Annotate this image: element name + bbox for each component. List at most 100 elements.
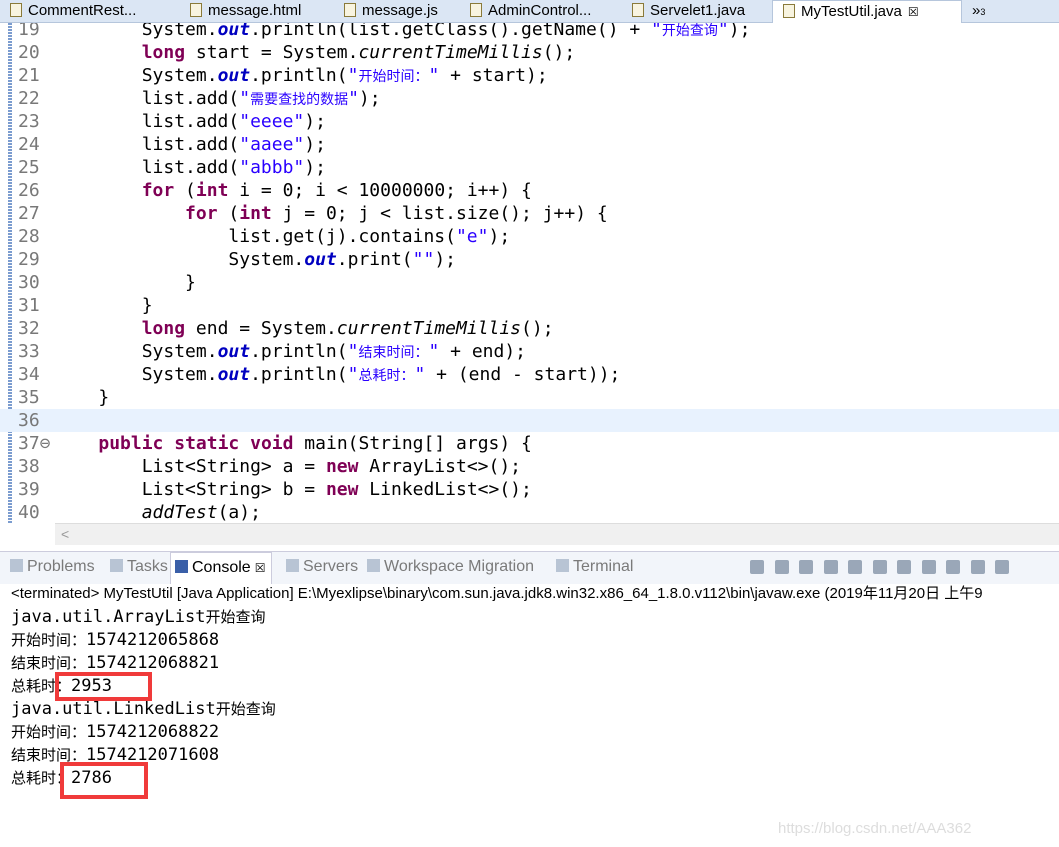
code-token: } [55, 294, 153, 316]
code-line[interactable]: 38 List<String> a = new ArrayList<>(); [0, 455, 1059, 478]
code-line[interactable]: 39 List<String> b = new LinkedList<>(); [0, 478, 1059, 501]
code-editor[interactable]: 19 System.out.println(list.getClass().ge… [0, 23, 1059, 523]
code-token: int [239, 202, 272, 224]
code-line[interactable]: 30 } [0, 271, 1059, 294]
console-line: java.util.ArrayList开始查询 [11, 606, 265, 629]
code-line[interactable]: 22 list.add("需要查找的数据"); [0, 87, 1059, 110]
code-token: start = System. [185, 41, 359, 63]
remove-all-icon[interactable] [799, 560, 813, 574]
code-token: ); [304, 110, 326, 132]
remove-launch-icon[interactable] [774, 560, 789, 574]
tab-overflow-button[interactable]: »3 [972, 0, 985, 23]
console-text: 开始时间： [11, 723, 87, 741]
display-console-icon[interactable] [970, 560, 985, 574]
code-token: List<String> b = [55, 478, 326, 500]
code-text: } [55, 271, 196, 294]
line-number: 34 [18, 363, 40, 385]
code-text: list.get(j).contains("e"); [55, 225, 510, 248]
show-on-stderr-icon[interactable] [921, 560, 936, 574]
code-token: out [217, 363, 251, 385]
code-line[interactable]: 25 list.add("abbb"); [0, 156, 1059, 179]
code-token: .println( [250, 363, 348, 385]
panel-tab-tasks[interactable]: Tasks [110, 558, 168, 576]
code-token: out [217, 64, 251, 86]
code-line[interactable]: 35 } [0, 386, 1059, 409]
panel-tab-problems[interactable]: Problems [10, 558, 95, 576]
code-token: list.add( [55, 110, 240, 132]
tasks-icon [110, 559, 123, 572]
tab-label: AdminControl... [488, 2, 592, 19]
code-line[interactable]: 20 long start = System.currentTimeMillis… [0, 41, 1059, 64]
code-token: List<String> a = [55, 455, 326, 477]
java-file-icon [632, 3, 644, 17]
code-line[interactable]: 28 list.get(j).contains("e"); [0, 225, 1059, 248]
editor-tab-3[interactable]: AdminControl... [460, 0, 591, 23]
line-number: 32 [18, 317, 40, 339]
code-line[interactable]: 31 } [0, 294, 1059, 317]
code-token: ArrayList<>(); [358, 455, 522, 477]
code-line[interactable]: 23 list.add("eeee"); [0, 110, 1059, 133]
terminate-icon[interactable] [750, 560, 764, 574]
scroll-left-arrow[interactable]: < [61, 526, 69, 542]
code-token: for [141, 179, 175, 201]
line-number: 21 [18, 64, 40, 86]
horizontal-scrollbar[interactable]: < [55, 523, 1059, 545]
editor-tab-0[interactable]: CommentRest... [0, 0, 136, 23]
panel-tab-console[interactable]: Console ☒ [170, 552, 273, 585]
console-line: 开始时间：1574212068822 [11, 721, 219, 744]
code-token: addTest [141, 501, 218, 523]
editor-tab-4[interactable]: Servelet1.java [622, 0, 745, 23]
console-output[interactable]: <terminated> MyTestUtil [Java Applicatio… [0, 584, 1059, 847]
code-text: long start = System.currentTimeMillis(); [55, 41, 576, 64]
code-token: (a); [217, 501, 261, 523]
code-token: void [250, 432, 294, 454]
close-tab-icon[interactable]: ☒ [908, 5, 919, 19]
scroll-lock-icon[interactable] [848, 560, 862, 574]
console-text: java.util.ArrayList [11, 607, 206, 627]
word-wrap-icon[interactable] [872, 560, 887, 574]
code-line[interactable]: 32 long end = System.currentTimeMillis()… [0, 317, 1059, 340]
open-console-icon[interactable] [995, 560, 1009, 574]
code-line[interactable]: 24 list.add("aaee"); [0, 133, 1059, 156]
editor-tab-2[interactable]: message.js [334, 0, 438, 23]
tab-label: Servelet1.java [650, 2, 746, 19]
close-tab-icon[interactable]: ☒ [255, 561, 266, 575]
code-token: public [98, 432, 164, 454]
code-token: "aaee" [239, 133, 305, 155]
panel-tab-servers[interactable]: Servers [286, 558, 358, 576]
code-token: " [428, 64, 440, 86]
code-line[interactable]: 29 System.out.print(""); [0, 248, 1059, 271]
code-text: for (int i = 0; i < 10000000; i++) { [55, 179, 532, 202]
code-line[interactable]: 21 System.out.println("开始时间：" + start); [0, 64, 1059, 87]
code-line[interactable]: 33 System.out.println("结束时间：" + end); [0, 340, 1059, 363]
editor-tab-5[interactable]: MyTestUtil.java ☒ [772, 0, 962, 23]
code-token: list.add( [55, 133, 240, 155]
code-token: ( [217, 202, 240, 224]
code-line[interactable]: 26 for (int i = 0; i < 10000000; i++) { [0, 179, 1059, 202]
migration-icon [367, 559, 380, 572]
code-line[interactable]: 19 System.out.println(list.getClass().ge… [0, 23, 1059, 41]
code-token: + end); [439, 340, 527, 362]
panel-tab-workspace-migration[interactable]: Workspace Migration [367, 558, 534, 576]
clear-console-icon[interactable] [823, 560, 838, 574]
code-line[interactable]: 37⊖ public static void main(String[] arg… [0, 432, 1059, 455]
code-token: for [185, 202, 218, 224]
code-line[interactable]: 34 System.out.println("总耗时：" + (end - st… [0, 363, 1059, 386]
line-number: 24 [18, 133, 40, 155]
code-line[interactable]: 40 addTest(a); [0, 501, 1059, 524]
highlight-box-linkedlist [60, 762, 148, 799]
pin-console-icon[interactable] [946, 560, 960, 574]
code-line[interactable]: 27 for (int j = 0; j < list.size(); j++)… [0, 202, 1059, 225]
show-on-stdout-icon[interactable] [897, 560, 911, 574]
editor-tab-1[interactable]: message.html [180, 0, 301, 23]
code-token: new [325, 455, 359, 477]
code-token: System. [55, 340, 218, 362]
panel-tab-label: Problems [27, 558, 95, 575]
line-number: 27 [18, 202, 40, 224]
panel-tab-terminal[interactable]: Terminal [556, 558, 633, 576]
line-number: 36 [18, 409, 40, 431]
code-line[interactable]: 36 [0, 408, 1059, 432]
code-token: "eeee" [239, 110, 305, 132]
